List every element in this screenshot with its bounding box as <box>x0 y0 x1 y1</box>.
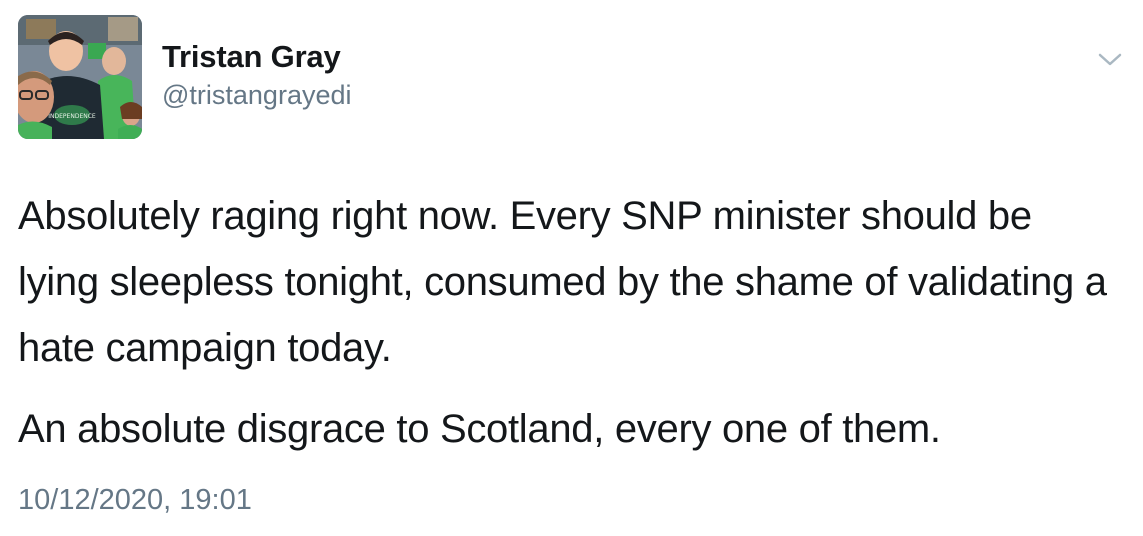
tweet-card: INDEPENDENCE Tristan Gray @tristangrayed… <box>0 0 1143 536</box>
tweet-paragraph: An absolute disgrace to Scotland, every … <box>18 407 941 451</box>
author-info: Tristan Gray @tristangrayedi <box>162 39 352 112</box>
avatar[interactable]: INDEPENDENCE <box>18 15 142 139</box>
tweet-text: Absolutely raging right now. Every SNP m… <box>18 183 1118 462</box>
author-display-name[interactable]: Tristan Gray <box>162 39 352 75</box>
tweet-paragraph: Absolutely raging right now. Every SNP m… <box>18 194 1107 370</box>
author-handle[interactable]: @tristangrayedi <box>162 78 352 112</box>
tweet-header: INDEPENDENCE Tristan Gray @tristangrayed… <box>18 15 1123 141</box>
chevron-down-icon[interactable] <box>1097 51 1123 69</box>
tweet-timestamp[interactable]: 10/12/2020, 19:01 <box>18 482 252 518</box>
avatar-badge-text: INDEPENDENCE <box>48 113 96 120</box>
avatar-photo: INDEPENDENCE <box>18 15 142 139</box>
